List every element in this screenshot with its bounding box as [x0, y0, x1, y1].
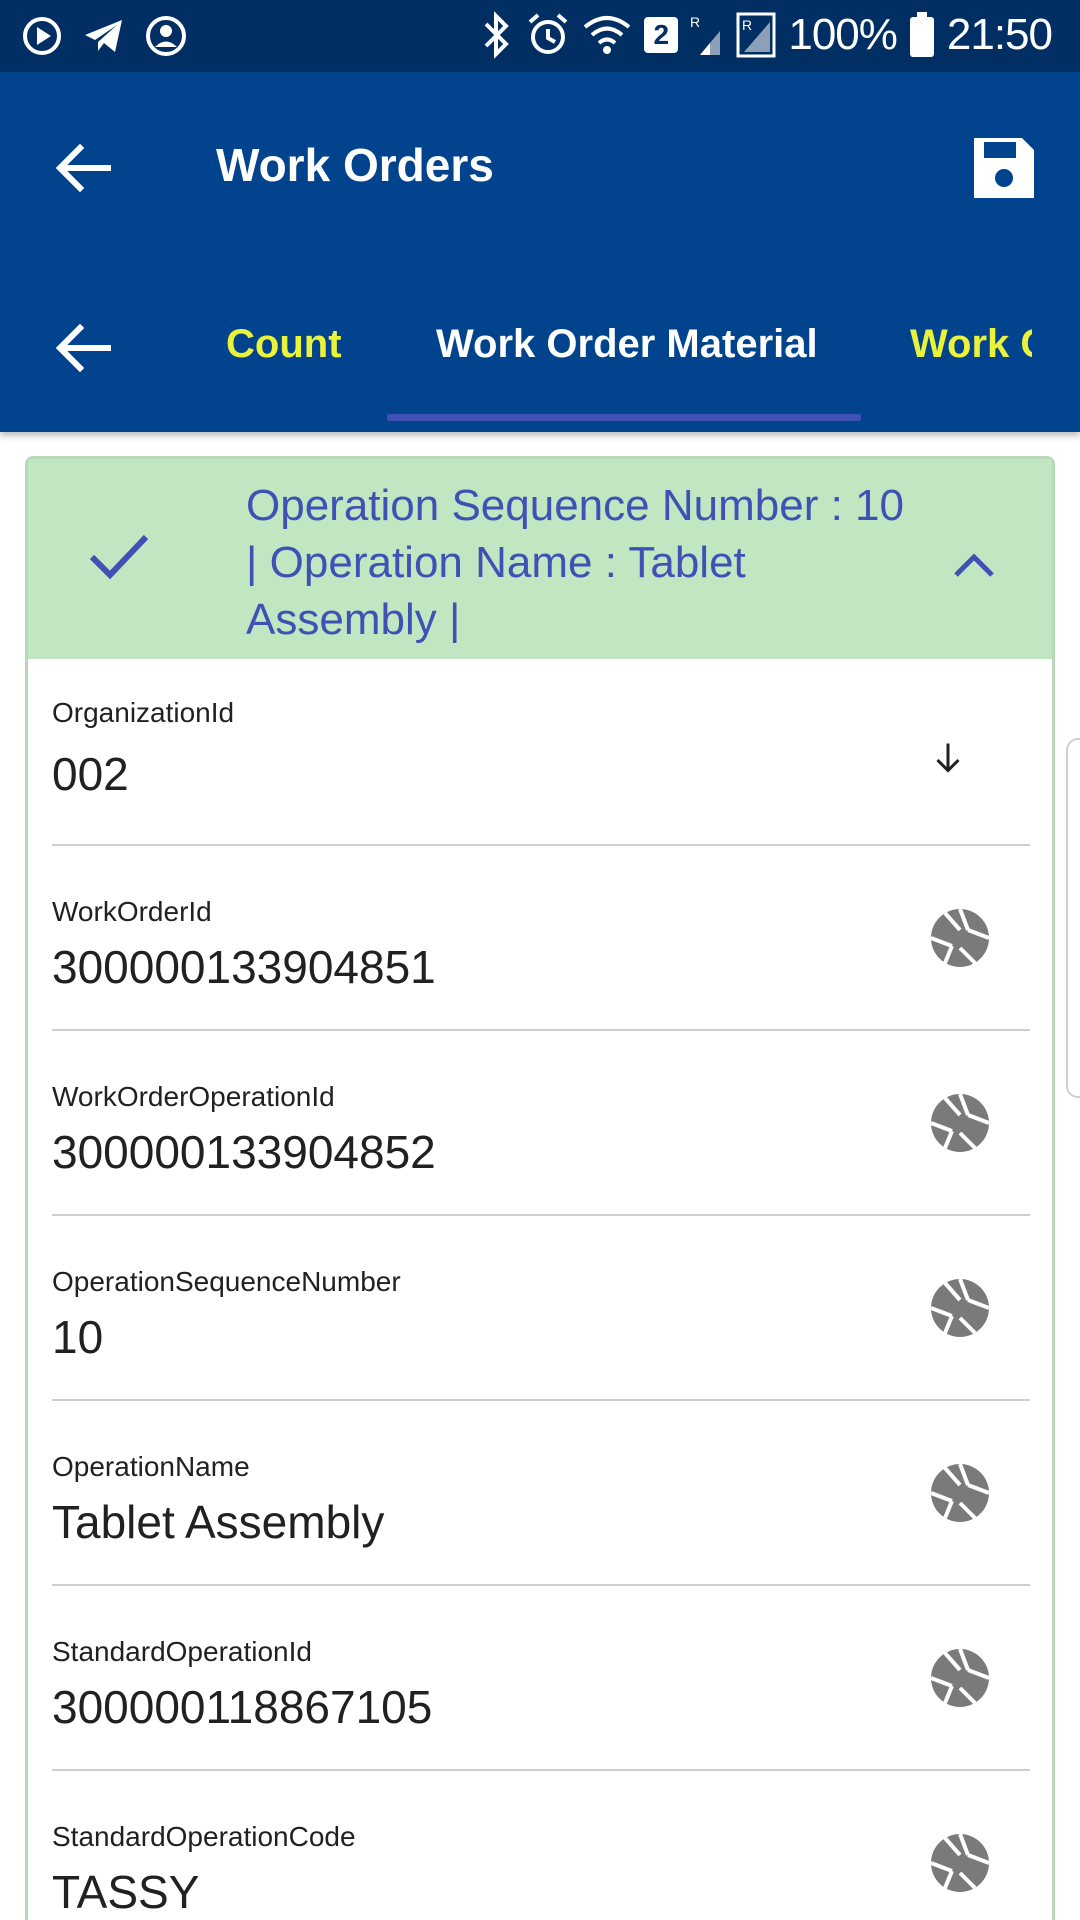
svg-text:R: R: [742, 17, 752, 33]
camera-aperture-icon[interactable]: [928, 1091, 992, 1155]
field-label: WorkOrderId: [52, 896, 212, 927]
field-label: OperationName: [52, 1451, 250, 1482]
field-standard-operation-code[interactable]: StandardOperationCode TASSY: [52, 1771, 1030, 1920]
bluetooth-icon: [484, 11, 510, 59]
field-value: TASSY: [52, 1866, 200, 1918]
arrow-back-icon[interactable]: [48, 132, 120, 204]
field-operation-name[interactable]: OperationName Tablet Assembly: [52, 1401, 1030, 1586]
field-standard-operation-id[interactable]: StandardOperationId 300000118867105: [52, 1586, 1030, 1771]
operation-card: Operation Sequence Number : 10 | Operati…: [25, 456, 1055, 1920]
field-label: OperationSequenceNumber: [52, 1266, 401, 1297]
screen: 2 R R 100% 21:50 Work Orders Count Work …: [0, 0, 1080, 1920]
tab-work-order-material[interactable]: Work Order Material: [436, 322, 818, 367]
side-drawer-handle[interactable]: [1066, 738, 1080, 1098]
account-icon: [146, 16, 186, 56]
signal-icon: R: [690, 14, 721, 55]
field-label: WorkOrderOperationId: [52, 1081, 335, 1112]
field-value: 300000118867105: [52, 1681, 433, 1733]
app-bar: Work Orders: [0, 72, 1080, 264]
camera-aperture-icon[interactable]: [928, 1646, 992, 1710]
alarm-icon: [529, 13, 568, 54]
field-value: 002: [52, 748, 129, 800]
svg-text:R: R: [690, 14, 700, 30]
tab-scroll-back-icon[interactable]: [48, 312, 120, 384]
field-label: OrganizationId: [52, 697, 235, 728]
chevron-up-icon[interactable]: [950, 541, 998, 589]
page-title: Work Orders: [216, 139, 494, 191]
camera-aperture-icon[interactable]: [928, 1831, 992, 1895]
arrow-down-icon[interactable]: [930, 739, 978, 787]
field-value: Tablet Assembly: [52, 1496, 385, 1548]
field-label: StandardOperationCode: [52, 1821, 356, 1852]
media-icon: [23, 17, 61, 55]
camera-aperture-icon[interactable]: [928, 1276, 992, 1340]
tab-bar: Count Work Order Material Work C: [0, 264, 1080, 432]
field-operation-sequence-number[interactable]: OperationSequenceNumber 10: [52, 1216, 1030, 1401]
camera-aperture-icon[interactable]: [928, 1461, 992, 1525]
field-organization-id[interactable]: OrganizationId 002: [52, 659, 1030, 846]
tab-work-order-partial[interactable]: Work C: [910, 322, 1032, 367]
active-tab-indicator: [387, 414, 861, 421]
battery-percent: 100%: [788, 10, 898, 59]
field-work-order-operation-id[interactable]: WorkOrderOperationId 300000133904852: [52, 1031, 1030, 1216]
signal-icon-2: R: [736, 12, 776, 58]
field-work-order-id[interactable]: WorkOrderId 300000133904851: [52, 846, 1030, 1031]
field-value: 300000133904852: [52, 1126, 436, 1178]
telegram-icon: [85, 20, 122, 52]
save-icon[interactable]: [968, 132, 1040, 204]
field-value: 300000133904851: [52, 941, 436, 993]
sim-badge-text: 2: [653, 19, 670, 50]
sim-badge: 2: [644, 17, 679, 53]
field-label: StandardOperationId: [52, 1636, 312, 1667]
battery-icon: [909, 12, 934, 57]
status-bar-right: 2 R R 100% 21:50: [480, 10, 1053, 60]
clock: 21:50: [946, 10, 1053, 59]
status-bar-left: [20, 14, 188, 58]
card-header[interactable]: Operation Sequence Number : 10 | Operati…: [28, 459, 1052, 659]
field-value: 10: [52, 1311, 104, 1363]
status-bar: 2 R R 100% 21:50: [0, 0, 1080, 72]
wifi-icon: [584, 16, 631, 54]
card-header-text: Operation Sequence Number : 10 | Operati…: [246, 481, 904, 644]
check-icon: [89, 534, 149, 580]
camera-aperture-icon[interactable]: [928, 906, 992, 970]
tab-count[interactable]: Count: [226, 322, 342, 367]
